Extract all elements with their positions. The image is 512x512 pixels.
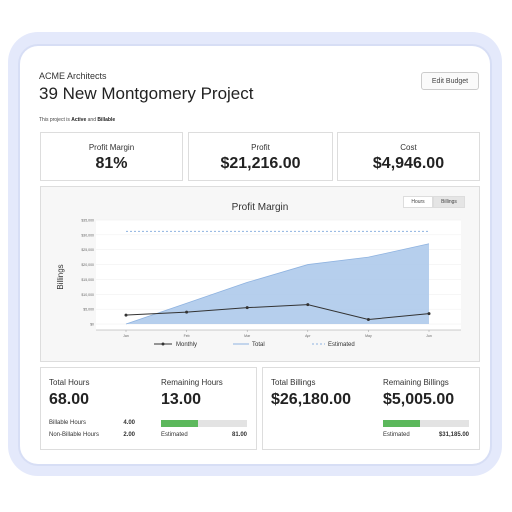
remaining-billings-value: $5,005.00 <box>383 391 455 408</box>
legend-monthly-marker <box>161 342 165 346</box>
kpi-label: Cost <box>400 143 417 152</box>
kpi-value: 81% <box>95 155 128 172</box>
hours-card: Total Hours 68.00 Remaining Hours 13.00 … <box>40 367 257 450</box>
kpi-profit: Profit $21,216.00 <box>188 132 333 181</box>
y-tick-label: $0 <box>90 323 94 327</box>
page-title: 39 New Montgomery Project <box>39 84 254 103</box>
kpi-value: $21,216.00 <box>220 155 301 172</box>
status-and: and <box>86 117 98 123</box>
remaining-billings-progress-fill <box>383 420 420 427</box>
remaining-hours-progress <box>161 420 247 427</box>
nonbillable-hours-value: 2.00 <box>123 432 135 438</box>
edit-budget-button[interactable]: Edit Budget <box>421 72 479 90</box>
series-monthly-point <box>306 303 310 307</box>
x-tick-label: Mar <box>244 334 251 338</box>
status-billable: Billable <box>97 117 116 123</box>
billings-card: Total Billings $26,180.00 Remaining Bill… <box>262 367 480 450</box>
billings-estimated-value: $31,185.00 <box>438 432 469 438</box>
y-ticks: $0 $5,000 $10,000 $15,000 $20,000 $25,000 $30,… <box>81 219 94 327</box>
y-tick-label: $35,000 <box>81 219 94 223</box>
total-billings-label: Total Billings <box>271 378 316 387</box>
x-tick-label: May <box>365 334 372 338</box>
profit-margin-chart: Billings $0 $5,000 $10,000 $15,000 $20,000 $2… <box>56 219 461 348</box>
remaining-billings-progress <box>383 420 469 427</box>
x-tick-label: Apr <box>305 334 311 338</box>
total-hours-label: Total Hours <box>49 378 90 387</box>
total-billings-value: $26,180.00 <box>271 391 352 408</box>
x-tick-label: Feb <box>184 334 190 338</box>
billable-hours-label: Billable Hours <box>49 420 87 426</box>
remaining-hours-value: 13.00 <box>161 391 202 408</box>
status-active: Active <box>71 117 87 123</box>
series-monthly-point <box>427 312 431 316</box>
project-page: ACME Architects 39 New Montgomery Projec… <box>33 62 480 456</box>
legend-total: Total <box>252 342 265 348</box>
remaining-billings-label: Remaining Billings <box>383 378 449 387</box>
y-tick-label: $15,000 <box>81 278 94 282</box>
legend-monthly: Monthly <box>176 342 197 348</box>
billable-hours-value: 4.00 <box>123 420 135 426</box>
total-hours-value: 68.00 <box>49 391 90 408</box>
y-tick-label: $30,000 <box>81 233 94 237</box>
kpi-value: $4,946.00 <box>372 155 445 172</box>
series-monthly-point <box>185 310 189 314</box>
y-tick-label: $5,000 <box>83 308 94 312</box>
company-name: ACME Architects <box>39 71 107 81</box>
kpi-profit-margin: Profit Margin 81% <box>40 132 183 181</box>
billings-estimated-label: Estimated <box>383 432 410 438</box>
remaining-hours-progress-fill <box>161 420 198 427</box>
profit-margin-chart-card: Profit Margin Hours Billings Billings $0… <box>40 186 480 362</box>
hours-estimated-label: Estimated <box>161 432 188 438</box>
legend: Monthly Total Estimated <box>154 342 355 348</box>
series-monthly-point <box>245 306 249 310</box>
x-ticks: Jan Feb Mar Apr May Jun <box>123 330 432 338</box>
status-prefix: This project is <box>39 117 72 123</box>
kpi-cost: Cost $4,946.00 <box>337 132 480 181</box>
series-monthly-point <box>124 313 128 317</box>
remaining-hours-label: Remaining Hours <box>161 378 223 387</box>
hours-estimated-value: 81.00 <box>231 432 247 438</box>
project-status: This project is Active and Billable <box>39 117 115 123</box>
x-tick-label: Jun <box>426 334 432 338</box>
y-tick-label: $10,000 <box>81 293 94 297</box>
nonbillable-hours-label: Non-Billable Hours <box>49 432 100 438</box>
kpi-label: Profit <box>251 143 270 152</box>
y-tick-label: $25,000 <box>81 248 94 252</box>
x-tick-label: Jan <box>123 334 129 338</box>
y-axis-label: Billings <box>56 264 65 289</box>
kpi-label: Profit Margin <box>88 143 135 152</box>
series-monthly-point <box>366 318 370 322</box>
legend-estimated: Estimated <box>328 342 355 348</box>
y-tick-label: $20,000 <box>81 263 94 267</box>
